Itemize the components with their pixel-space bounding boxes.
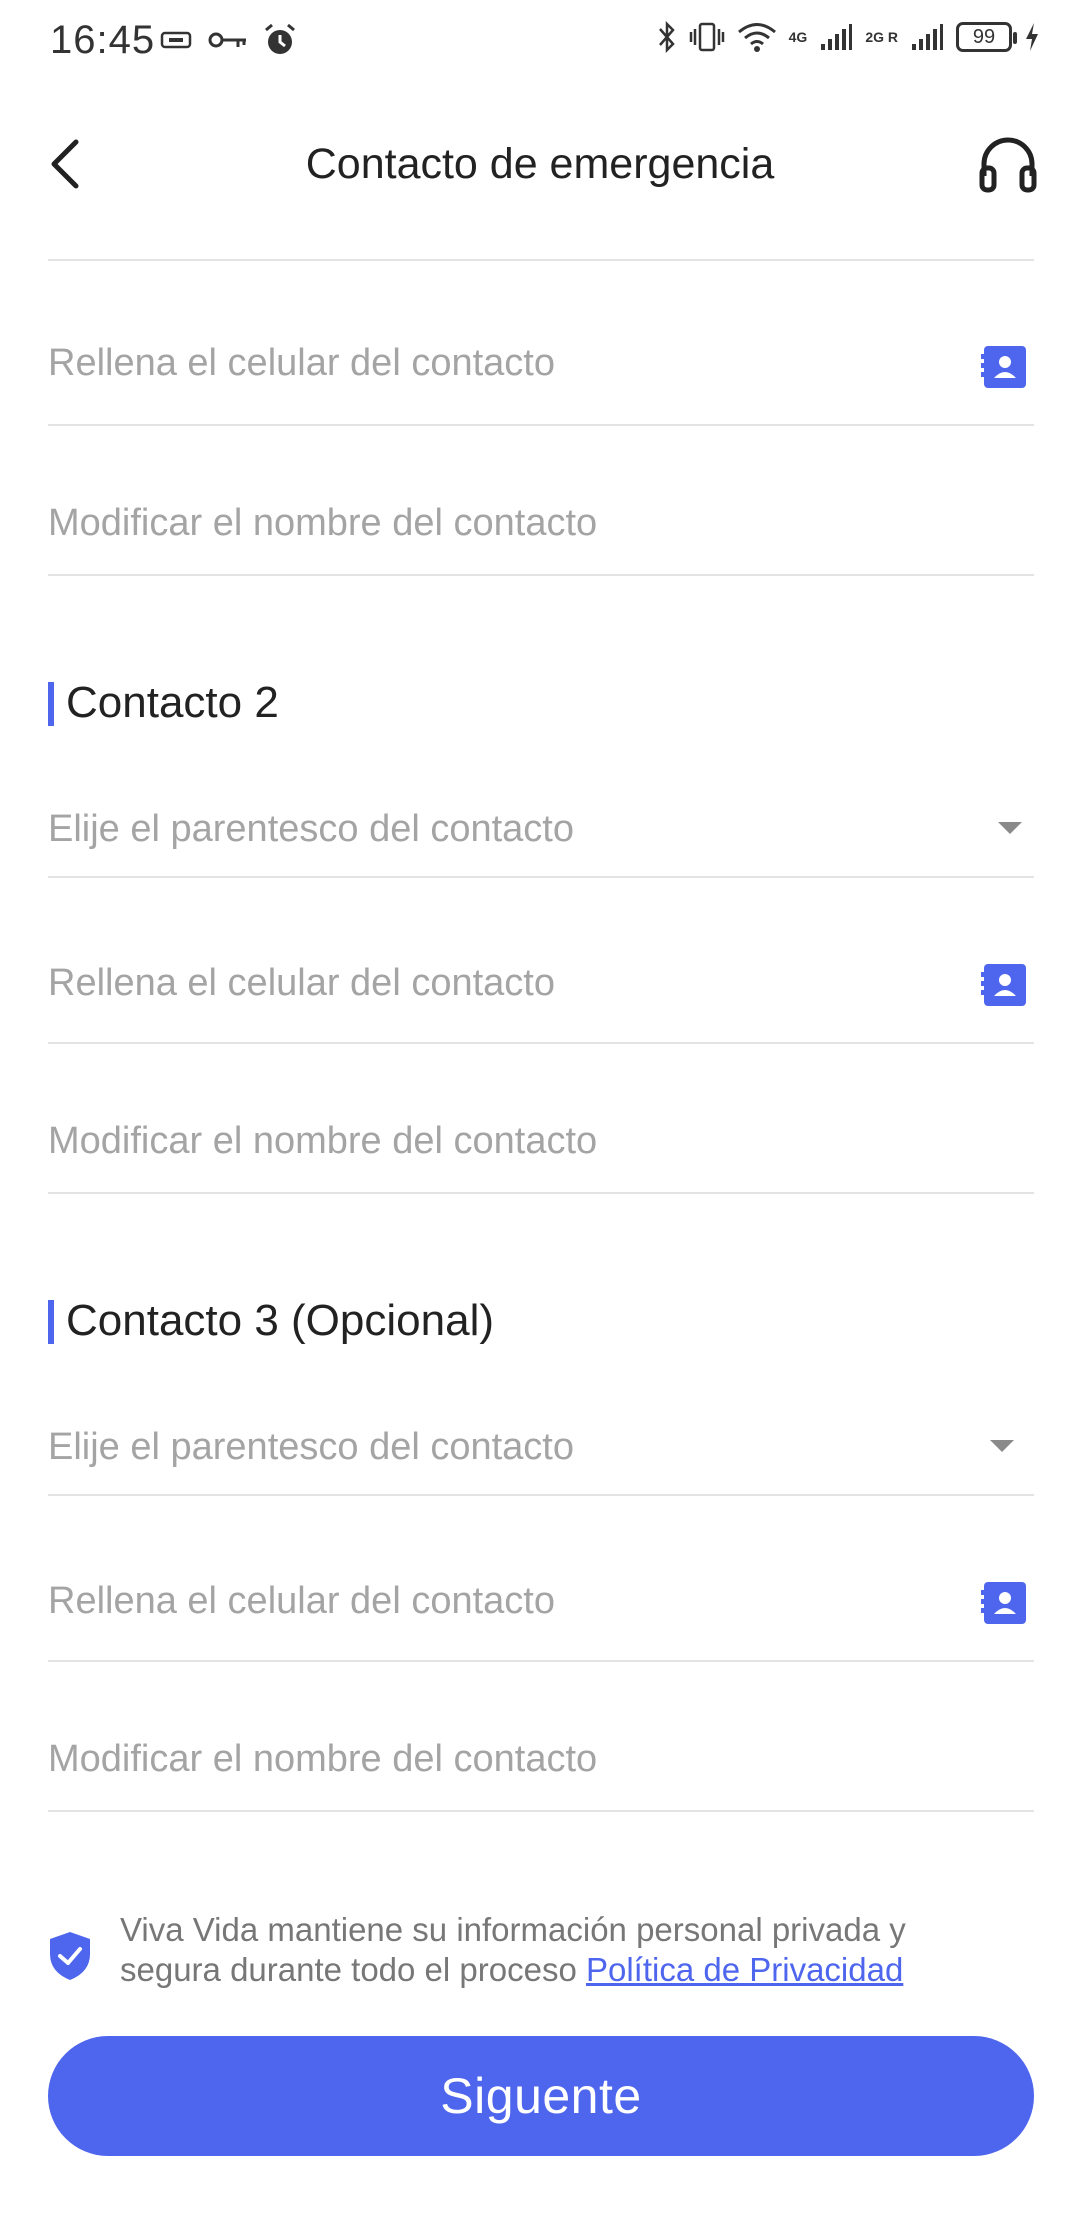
network-type-1: 4G	[788, 29, 808, 45]
contact3-name-field[interactable]: Modificar el nombre del contacto	[48, 1738, 1034, 1798]
battery-icon: 99	[956, 22, 1017, 52]
contact2-name-input[interactable]: Modificar el nombre del contacto	[48, 1120, 1034, 1163]
divider	[48, 1192, 1034, 1194]
divider	[48, 1494, 1034, 1496]
contact2-phone-input[interactable]: Rellena el celular del contacto	[48, 962, 1034, 1005]
status-left-icons	[160, 22, 298, 58]
support-button[interactable]	[976, 132, 1040, 196]
divider	[48, 574, 1034, 576]
chevron-down-icon	[990, 1440, 1014, 1452]
divider	[48, 1660, 1034, 1662]
address-book-icon[interactable]	[981, 346, 1026, 388]
alarm-icon	[265, 23, 295, 54]
divider	[48, 259, 1034, 261]
contact2-name-field[interactable]: Modificar el nombre del contacto	[48, 1120, 1034, 1180]
contact3-phone-field[interactable]: Rellena el celular del contacto	[48, 1580, 1034, 1660]
contact2-relation-input[interactable]: Elije el parentesco del contacto	[48, 808, 1034, 851]
section-title-contact3: Contacto 3 (Opcional)	[48, 1296, 494, 1346]
contact2-phone-field[interactable]: Rellena el celular del contacto	[48, 962, 1034, 1042]
address-book-icon[interactable]	[981, 964, 1026, 1006]
page-title: Contacto de emergencia	[305, 140, 775, 188]
header: Contacto de emergencia	[0, 110, 1080, 220]
privacy-text: Viva Vida mantiene su información person…	[120, 1910, 906, 1990]
privacy-line-1: Viva Vida mantiene su información person…	[120, 1911, 906, 1948]
network-type-2: 2G R	[865, 29, 898, 45]
contact3-name-input[interactable]: Modificar el nombre del contacto	[48, 1738, 1034, 1781]
status-time: 16:45	[50, 18, 156, 62]
bluetooth-icon	[658, 20, 675, 54]
contact1-phone-input[interactable]: Rellena el celular del contacto	[48, 342, 1034, 385]
screen: 16:45 4G 2G R 99 Contacto de emergencia	[0, 0, 1080, 2240]
next-button[interactable]: Siguente	[48, 2036, 1034, 2156]
wifi-icon	[737, 23, 776, 52]
chevron-down-icon	[998, 822, 1022, 834]
contact3-phone-input[interactable]: Rellena el celular del contacto	[48, 1580, 1034, 1623]
shield-check-icon	[50, 1932, 90, 1980]
divider	[48, 1810, 1034, 1812]
contact1-name-field[interactable]: Modificar el nombre del contacto	[48, 502, 1034, 562]
divider	[48, 424, 1034, 426]
contact1-name-input[interactable]: Modificar el nombre del contacto	[48, 502, 1034, 545]
usb-icon	[160, 31, 192, 49]
contact1-phone-field[interactable]: Rellena el celular del contacto	[48, 342, 1034, 422]
section-title-contact2: Contacto 2	[48, 678, 279, 728]
privacy-notice: Viva Vida mantiene su información person…	[48, 1910, 1034, 2010]
contact2-relation-select[interactable]: Elije el parentesco del contacto	[48, 808, 1034, 868]
address-book-icon[interactable]	[981, 1582, 1026, 1624]
contact3-relation-select[interactable]: Elije el parentesco del contacto	[48, 1426, 1034, 1486]
divider	[48, 876, 1034, 878]
key-icon	[208, 32, 246, 48]
headset-icon	[979, 137, 1037, 193]
privacy-policy-link[interactable]: Política de Privacidad	[586, 1951, 903, 1988]
signal-icon	[912, 24, 943, 50]
contact3-relation-input[interactable]: Elije el parentesco del contacto	[48, 1426, 1034, 1469]
vibrate-icon	[689, 22, 724, 52]
status-bar: 16:45 4G 2G R 99	[0, 0, 1080, 84]
privacy-line-2: segura durante todo el proceso	[120, 1951, 586, 1988]
signal-icon	[821, 24, 853, 50]
charging-icon	[1026, 23, 1038, 51]
status-right-icons: 4G 2G R 99	[657, 20, 1040, 54]
divider	[48, 1042, 1034, 1044]
